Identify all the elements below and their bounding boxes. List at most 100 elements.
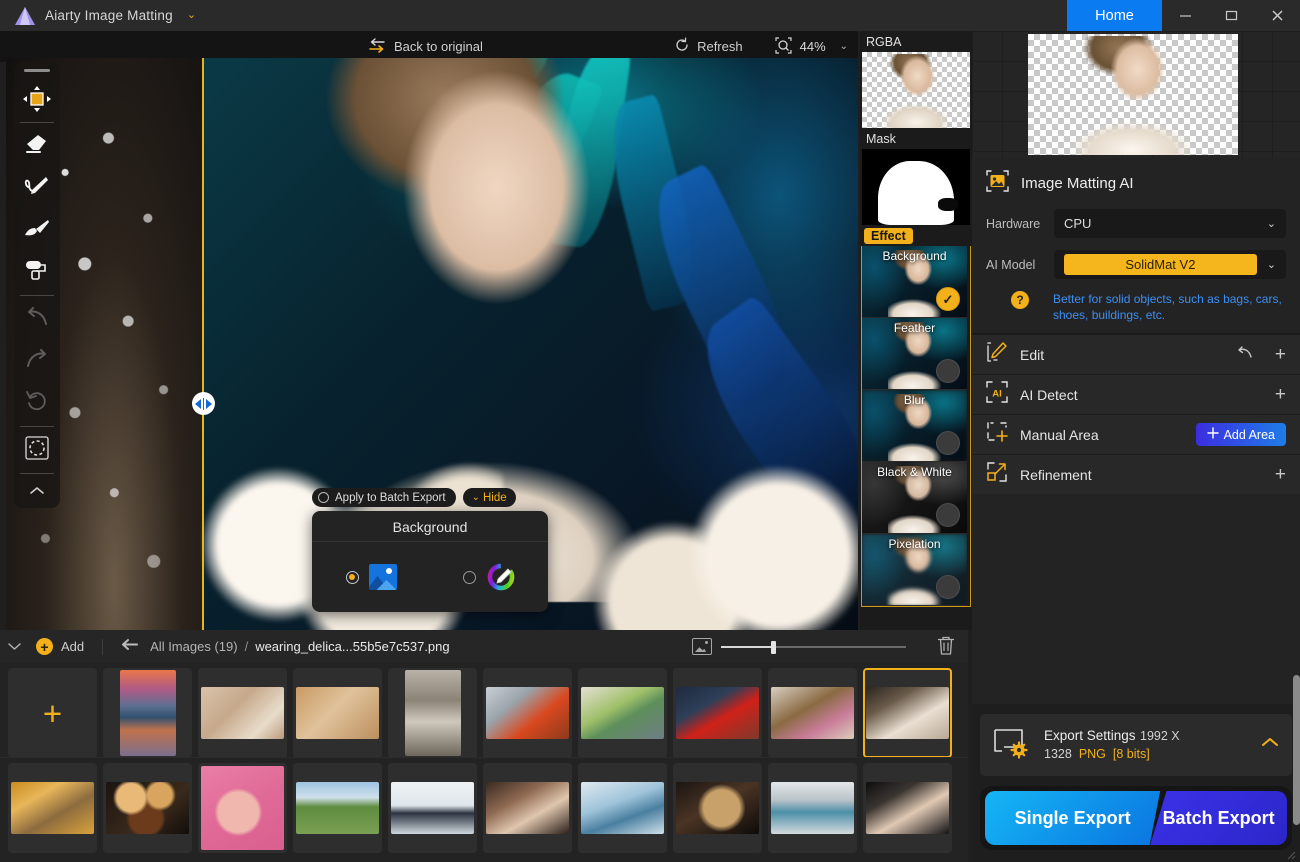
- apply-to-batch-label: Apply to Batch Export: [335, 491, 446, 504]
- thumb-tunnel[interactable]: [8, 763, 97, 853]
- marquee-tool[interactable]: [14, 429, 60, 471]
- thumbnail-image: [391, 782, 474, 834]
- thumb-bottle-flowers[interactable]: [768, 668, 857, 758]
- breadcrumb-separator: /: [244, 639, 249, 654]
- effect-toggle-knob[interactable]: [936, 287, 960, 311]
- chevron-down-icon[interactable]: ⌄: [840, 41, 848, 52]
- reset-tool[interactable]: [14, 382, 60, 424]
- eraser-tool[interactable]: [14, 125, 60, 167]
- slider-knob[interactable]: [771, 640, 776, 654]
- add-images-button[interactable]: + Add: [36, 638, 84, 655]
- rgba-preview-thumbnail[interactable]: [862, 52, 970, 128]
- thumb-blonde-woman[interactable]: [198, 668, 287, 758]
- refresh-icon: [674, 37, 690, 56]
- thumb-jumping-people[interactable]: [388, 763, 477, 853]
- thumb-watch-hand[interactable]: [673, 763, 762, 853]
- add-icon[interactable]: +: [1275, 385, 1286, 404]
- thumb-bokeh-drink[interactable]: [103, 763, 192, 853]
- thumb-street-can[interactable]: [768, 763, 857, 853]
- application-window: Aiarty Image Matting ⌄ Home Back to orig…: [0, 0, 1300, 862]
- thumbnail-image: [771, 687, 854, 739]
- filebar-collapse-button[interactable]: [0, 641, 28, 652]
- thumbnail-image: [201, 766, 284, 850]
- toolbar-collapse-button[interactable]: [14, 476, 60, 506]
- thumb-bride[interactable]: [293, 668, 382, 758]
- back-button[interactable]: [121, 638, 139, 655]
- export-settings-title: Export Settings: [1044, 728, 1136, 743]
- thumb-portrait-woman[interactable]: [483, 763, 572, 853]
- thumb-model-earrings[interactable]: [863, 763, 952, 853]
- effect-toggle-knob[interactable]: [936, 575, 960, 599]
- help-icon[interactable]: ?: [1011, 291, 1029, 309]
- brush-tool[interactable]: [14, 209, 60, 251]
- batch-export-button[interactable]: Batch Export: [1150, 791, 1287, 845]
- breadcrumb-all-images[interactable]: All Images (19): [150, 639, 237, 654]
- apply-to-batch-export-toggle[interactable]: Apply to Batch Export: [312, 488, 456, 507]
- scrollbar-thumb[interactable]: [1293, 675, 1300, 825]
- effect-toggle-knob[interactable]: [936, 359, 960, 383]
- thumb-perfume-ice[interactable]: [578, 763, 667, 853]
- add-area-button[interactable]: Add Area: [1195, 423, 1286, 447]
- effect-item-pixelation[interactable]: Pixelation: [862, 534, 967, 606]
- row-refinement[interactable]: Refinement +: [972, 454, 1300, 495]
- add-icon[interactable]: +: [1275, 345, 1286, 364]
- comparison-slider-handle[interactable]: [192, 392, 215, 415]
- background-option-image[interactable]: [312, 564, 430, 590]
- background-options-panel: Background: [312, 511, 548, 612]
- background-option-color[interactable]: [430, 562, 548, 592]
- refresh-button[interactable]: Refresh: [674, 37, 743, 56]
- toolbar-drag-handle[interactable]: [24, 69, 50, 72]
- app-brand: Aiarty Image Matting ⌄: [0, 6, 196, 26]
- row-edit[interactable]: Edit +: [972, 334, 1300, 375]
- roller-tool[interactable]: [14, 251, 60, 293]
- close-button[interactable]: [1254, 0, 1300, 31]
- transparent-result-preview[interactable]: [1028, 34, 1238, 155]
- effect-toggle-knob[interactable]: [936, 431, 960, 455]
- hardware-select[interactable]: CPU ⌄: [1054, 209, 1286, 238]
- move-tool[interactable]: [14, 78, 60, 120]
- effect-toggle-knob[interactable]: [936, 503, 960, 527]
- thumbnail-size-slider[interactable]: [721, 640, 906, 654]
- expand-export-settings-button[interactable]: [1260, 734, 1280, 757]
- ai-model-select[interactable]: SolidMat V2 ⌄: [1054, 250, 1286, 279]
- chevron-down-icon[interactable]: ⌄: [187, 10, 196, 21]
- section-title: Image Matting AI: [1021, 175, 1134, 192]
- effect-item-label: Background: [882, 249, 947, 263]
- effect-item-feather[interactable]: Feather: [862, 318, 967, 390]
- hide-button[interactable]: ⌄ Hide: [462, 488, 516, 507]
- undo-icon[interactable]: [1236, 345, 1253, 364]
- home-button[interactable]: Home: [1067, 0, 1162, 31]
- add-thumbnail-cell[interactable]: +: [8, 668, 97, 758]
- single-export-button[interactable]: Single Export: [985, 791, 1161, 845]
- undo-tool[interactable]: [14, 298, 60, 340]
- thumbnail-strip[interactable]: +: [0, 663, 968, 862]
- minimize-button[interactable]: [1162, 0, 1208, 31]
- thumbnail-row-separator: [0, 757, 968, 758]
- effect-item-black-and-white[interactable]: Black & White: [862, 462, 967, 534]
- redo-tool[interactable]: [14, 340, 60, 382]
- row-ai-detect[interactable]: AI AI Detect +: [972, 374, 1300, 415]
- mask-preview-thumbnail[interactable]: [862, 149, 970, 225]
- row-manual-area[interactable]: Manual Area Add Area: [972, 414, 1300, 455]
- undo-arrow-icon: [24, 306, 50, 333]
- thumb-red-sports-car[interactable]: [673, 668, 762, 758]
- maximize-button[interactable]: [1208, 0, 1254, 31]
- export-settings-row[interactable]: Export Settings 1992 X 1328 PNG [8 bits]: [980, 714, 1292, 776]
- back-to-original-button[interactable]: Back to original: [368, 37, 483, 56]
- thumb-current-subject[interactable]: [863, 668, 952, 758]
- ai-model-value: SolidMat V2: [1064, 254, 1257, 275]
- thumbnail-scrollbar[interactable]: [1293, 663, 1300, 862]
- effect-item-blur[interactable]: Blur: [862, 390, 967, 462]
- thumb-donuts[interactable]: [198, 763, 287, 853]
- restore-pen-tool[interactable]: [14, 167, 60, 209]
- effect-item-background[interactable]: Background: [862, 246, 967, 318]
- thumb-green-van[interactable]: [578, 668, 667, 758]
- thumb-red-coat-woman[interactable]: [483, 668, 572, 758]
- zoom-control[interactable]: 44% ⌄: [775, 36, 848, 57]
- add-icon[interactable]: +: [1275, 465, 1286, 484]
- thumb-car-sunset[interactable]: [103, 668, 192, 758]
- thumb-field-dog[interactable]: [293, 763, 382, 853]
- plus-circle-icon: +: [36, 638, 53, 655]
- delete-button[interactable]: [936, 635, 956, 659]
- thumb-skateboarder[interactable]: [388, 668, 477, 758]
